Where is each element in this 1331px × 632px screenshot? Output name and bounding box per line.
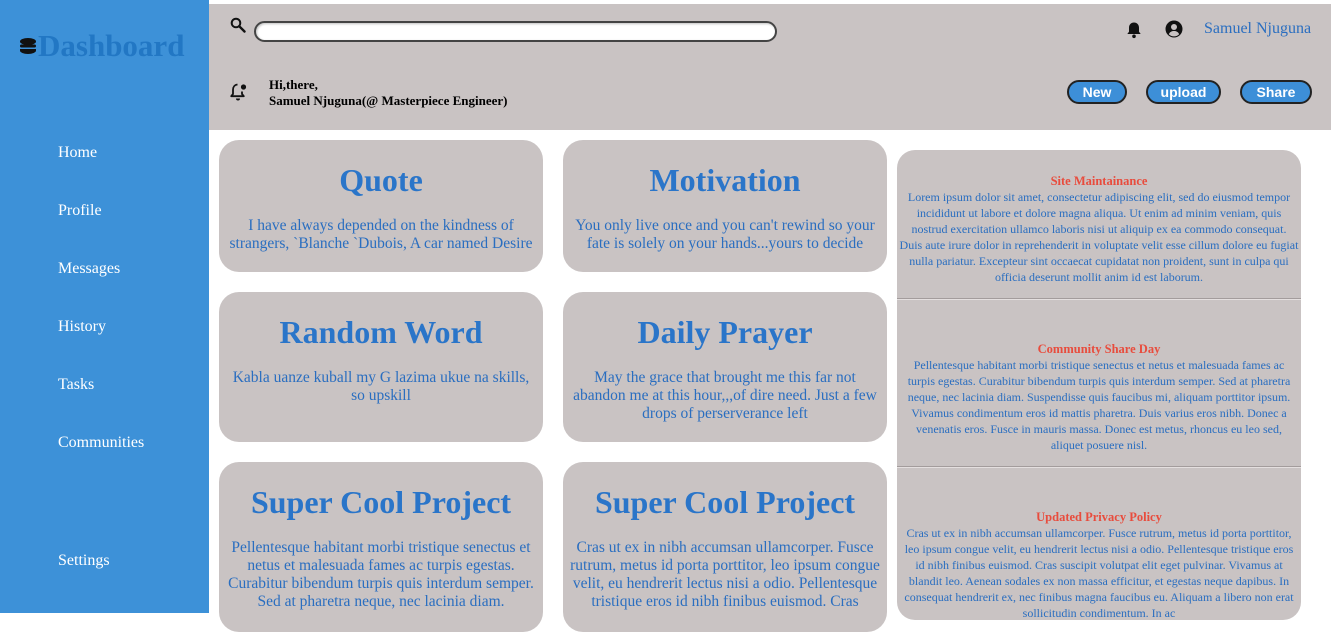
announcement-body: Lorem ipsum dolor sit amet, consectetur … bbox=[899, 190, 1299, 284]
sidebar-item-profile[interactable]: Profile bbox=[58, 202, 102, 220]
card-body: I have always depended on the kindness o… bbox=[229, 217, 533, 252]
share-button[interactable]: Share bbox=[1240, 80, 1312, 104]
new-button[interactable]: New bbox=[1067, 80, 1127, 104]
brand-title: Dashboard bbox=[38, 28, 185, 63]
announcement-title: Site Maintainance bbox=[1050, 174, 1148, 188]
card-random-word[interactable]: Random Word Kabla uanze kuball my G lazi… bbox=[219, 292, 543, 442]
announcement-title: Updated Privacy Policy bbox=[1036, 510, 1162, 524]
announcement-body: Pellentesque habitant morbi tristique se… bbox=[907, 358, 1291, 452]
announcement-divider bbox=[897, 466, 1301, 468]
card-title: Daily Prayer bbox=[637, 314, 813, 350]
notification-bell-icon[interactable] bbox=[229, 82, 249, 102]
card-body: Pellentesque habitant morbi tristique se… bbox=[228, 539, 534, 610]
sidebar-item-communities[interactable]: Communities bbox=[58, 434, 144, 452]
announcement-item: Site Maintainance Lorem ipsum dolor sit … bbox=[897, 173, 1301, 285]
brand[interactable]: Dashboard bbox=[19, 26, 184, 66]
sidebar-item-settings[interactable]: Settings bbox=[58, 552, 110, 570]
card-title: Motivation bbox=[649, 162, 801, 198]
card-body: You only live once and you can't rewind … bbox=[575, 217, 875, 252]
announcement-title: Community Share Day bbox=[1037, 342, 1161, 356]
card-title: Super Cool Project bbox=[250, 484, 512, 520]
card-title: Random Word bbox=[279, 314, 483, 350]
card-daily-prayer[interactable]: Daily Prayer May the grace that brought … bbox=[563, 292, 887, 442]
greeting: Hi,there, Samuel Njuguna(@ Masterpiece E… bbox=[269, 77, 507, 109]
announcement-divider bbox=[897, 298, 1301, 300]
sidebar-item-history[interactable]: History bbox=[58, 318, 106, 336]
card-body: Kabla uanze kuball my G lazima ukue na s… bbox=[232, 369, 530, 404]
sidebar-item-tasks[interactable]: Tasks bbox=[58, 376, 94, 394]
card-body: Cras ut ex in nibh accumsan ullamcorper.… bbox=[570, 539, 880, 610]
announcement-item: Community Share Day Pellentesque habitan… bbox=[897, 341, 1301, 453]
header: Samuel Njuguna Hi,there, Samuel Njuguna(… bbox=[209, 4, 1331, 130]
card-title: Quote bbox=[339, 162, 423, 198]
card-project[interactable]: Super Cool Project Cras ut ex in nibh ac… bbox=[563, 462, 887, 632]
sidebar-item-messages[interactable]: Messages bbox=[58, 260, 120, 278]
announcement-body: Cras ut ex in nibh accumsan ullamcorper.… bbox=[904, 526, 1294, 620]
card-body: May the grace that brought me this far n… bbox=[573, 369, 877, 422]
user-name-link[interactable]: Samuel Njuguna bbox=[1204, 20, 1311, 38]
search-input[interactable] bbox=[254, 21, 777, 42]
card-project[interactable]: Super Cool Project Pellentesque habitant… bbox=[219, 462, 543, 632]
user-account-icon[interactable] bbox=[1165, 20, 1183, 38]
announcements-panel: Site Maintainance Lorem ipsum dolor sit … bbox=[897, 150, 1301, 620]
stacked-layers-icon bbox=[20, 38, 36, 54]
card-motivation[interactable]: Motivation You only live once and you ca… bbox=[563, 140, 887, 272]
upload-button[interactable]: upload bbox=[1146, 80, 1221, 104]
greeting-line-1: Hi,there, bbox=[269, 77, 318, 92]
card-title: Super Cool Project bbox=[594, 484, 856, 520]
sidebar-item-home[interactable]: Home bbox=[58, 144, 97, 162]
card-quote[interactable]: Quote I have always depended on the kind… bbox=[219, 140, 543, 272]
bell-icon[interactable] bbox=[1125, 21, 1143, 39]
greeting-line-2: Samuel Njuguna(@ Masterpiece Engineer) bbox=[269, 93, 508, 108]
sidebar: Dashboard Home Profile Messages History … bbox=[0, 0, 209, 613]
announcement-item: Updated Privacy Policy Cras ut ex in nib… bbox=[897, 509, 1301, 620]
search-icon[interactable] bbox=[230, 17, 246, 33]
